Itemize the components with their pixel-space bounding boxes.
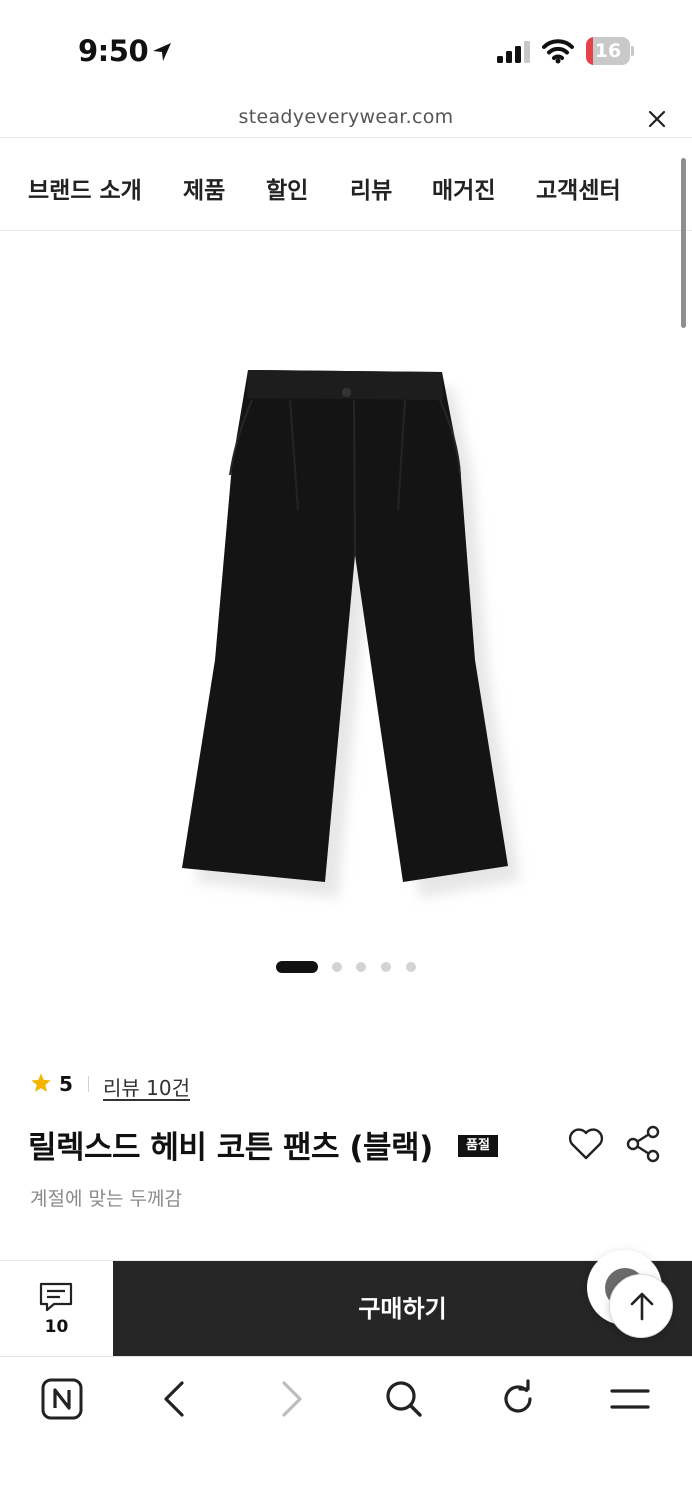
pager-dot[interactable] [356,962,366,972]
pager-dot[interactable] [381,962,391,972]
main-nav: 브랜드 소개 제품 할인 리뷰 매거진 고객센터 [0,139,692,231]
review-count-button[interactable]: 10 [0,1261,113,1357]
menu-icon[interactable] [608,1377,652,1421]
product-subtitle: 계절에 맞는 두께감 [30,1188,182,1210]
url-bar[interactable]: steadyeverywear.com [0,100,692,138]
search-icon[interactable] [382,1377,426,1421]
share-icon[interactable] [624,1124,662,1164]
arrow-up-icon [630,1292,654,1321]
heart-icon[interactable] [566,1124,606,1164]
review-count-link[interactable]: 리뷰 10건 [103,1072,190,1101]
location-arrow-icon [153,43,171,61]
wifi-icon [542,39,574,64]
divider [88,1076,89,1092]
battery-level: 16 [594,40,622,62]
rating-row: 5 리뷰 10건 [30,1070,430,1102]
scroll-top-button[interactable] [609,1274,673,1338]
nav-item-brand[interactable]: 브랜드 소개 [28,171,142,205]
star-icon [31,1073,51,1092]
refresh-icon[interactable] [496,1377,540,1421]
cellular-signal-icon [497,41,530,63]
battery-indicator: 16 [586,37,634,65]
status-time: 9:50 [78,34,149,68]
nav-item-reviews[interactable]: 리뷰 [350,171,392,205]
close-icon[interactable] [644,106,670,132]
rating-score: 5 [59,1072,73,1096]
pager-dot-active[interactable] [276,961,318,973]
nav-item-support[interactable]: 고객센터 [536,171,621,205]
forward-icon[interactable] [268,1377,312,1421]
url-text[interactable]: steadyeverywear.com [0,106,692,128]
chat-bubble-icon [39,1282,73,1312]
review-count: 10 [44,1317,69,1337]
nav-item-products[interactable]: 제품 [183,171,225,205]
status-bar: 9:50 16 [0,0,692,100]
naver-home-icon[interactable] [40,1377,84,1421]
scrollbar[interactable] [681,158,686,328]
back-icon[interactable] [154,1377,198,1421]
sold-out-badge: 품절 [458,1135,498,1157]
pager-dot[interactable] [406,962,416,972]
product-image[interactable] [160,360,530,910]
product-title: 릴렉스드 헤비 코튼 팬츠 (블랙) [28,1130,433,1166]
pager-dot[interactable] [332,962,342,972]
nav-item-magazine[interactable]: 매거진 [432,171,495,205]
browser-toolbar [0,1356,692,1500]
nav-item-sale[interactable]: 할인 [266,171,308,205]
